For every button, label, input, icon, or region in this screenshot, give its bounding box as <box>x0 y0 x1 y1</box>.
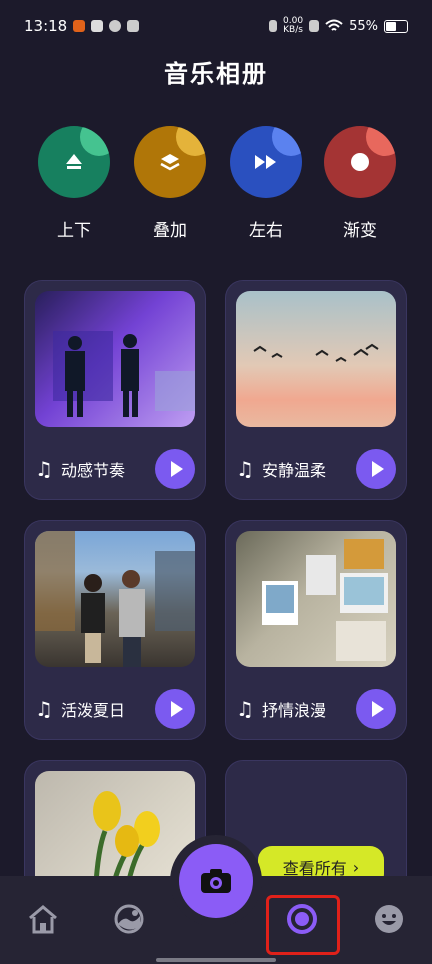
chevron-right-icon: › <box>352 857 360 877</box>
effect-gradient-badge <box>324 126 396 198</box>
card-footer: ♫ 动感节奏 <box>35 449 195 489</box>
card-title-row: ♫ 活泼夏日 <box>35 697 125 721</box>
camera-icon <box>201 869 231 893</box>
effect-overlay[interactable]: 叠加 <box>134 126 206 241</box>
record-dot-icon <box>324 126 396 198</box>
battery-percent: 55% <box>349 18 378 34</box>
music-note-icon: ♫ <box>35 457 53 481</box>
effects-row: 上下 叠加 左右 渐变 <box>0 126 432 246</box>
network-speed-unit: KB/s <box>283 25 303 35</box>
wifi-icon <box>325 19 343 31</box>
card-footer: ♫ 活泼夏日 <box>35 689 195 729</box>
street-illustration <box>35 531 195 667</box>
card-title: 安静温柔 <box>261 461 326 480</box>
status-left: 13:18 <box>24 17 140 35</box>
effect-up-down-label: 上下 <box>57 221 91 241</box>
app-notification-icon <box>73 20 86 32</box>
page-title: 音乐相册 <box>164 60 268 88</box>
effect-up-down[interactable]: 上下 <box>38 126 110 241</box>
effect-overlay-label: 叠加 <box>153 221 187 241</box>
highlight-box <box>266 895 340 955</box>
vibrate-icon <box>269 20 278 32</box>
sim-icon <box>309 20 320 32</box>
network-speed: 0.00 KB/s <box>283 17 303 35</box>
status-bar: 13:18 0.00 KB/s 55% <box>0 0 432 52</box>
effect-gradient-label: 渐变 <box>343 221 377 241</box>
card-title: 动感节奏 <box>60 461 125 480</box>
template-thumbnail <box>35 291 195 427</box>
home-indicator <box>156 958 276 962</box>
link-notification-icon <box>109 20 122 32</box>
template-thumbnail <box>236 291 396 427</box>
tiktok-notification-icon <box>127 20 140 32</box>
birds-illustration <box>253 343 379 362</box>
card-title: 活泼夏日 <box>60 701 125 720</box>
effect-gradient[interactable]: 渐变 <box>324 126 396 241</box>
effect-up-down-badge <box>38 126 110 198</box>
music-note-icon: ♫ <box>236 697 254 721</box>
play-icon <box>170 701 183 717</box>
template-thumbnail <box>236 531 396 667</box>
template-card-quiet[interactable]: ♫ 安静温柔 <box>225 280 407 500</box>
template-card-romantic[interactable]: ♫ 抒情浪漫 <box>225 520 407 740</box>
smiley-icon[interactable] <box>372 902 406 936</box>
gallery-icon[interactable] <box>112 902 146 936</box>
status-time: 13:18 <box>24 17 68 35</box>
up-arrow-icon <box>38 126 110 198</box>
play-button[interactable] <box>356 689 396 729</box>
template-card-summer[interactable]: ♫ 活泼夏日 <box>24 520 206 740</box>
card-title-row: ♫ 动感节奏 <box>35 457 125 481</box>
play-button[interactable] <box>155 689 195 729</box>
battery-icon <box>384 19 408 33</box>
status-right: 0.00 KB/s 55% <box>269 17 408 35</box>
effect-left-right[interactable]: 左右 <box>230 126 302 241</box>
card-title: 抒情浪漫 <box>261 701 326 720</box>
card-title-row: ♫ 抒情浪漫 <box>236 697 326 721</box>
template-thumbnail <box>35 531 195 667</box>
card-footer: ♫ 抒情浪漫 <box>236 689 396 729</box>
fast-forward-icon <box>230 126 302 198</box>
card-footer: ♫ 安静温柔 <box>236 449 396 489</box>
template-card-dynamic[interactable]: ♫ 动感节奏 <box>24 280 206 500</box>
effect-left-right-badge <box>230 126 302 198</box>
wall-photos-illustration <box>262 539 388 661</box>
mail-notification-icon <box>91 20 104 32</box>
music-note-icon: ♫ <box>35 697 53 721</box>
camera-button-wrap <box>170 835 262 927</box>
figures-illustration <box>35 291 195 427</box>
card-title-row: ♫ 安静温柔 <box>236 457 326 481</box>
play-button[interactable] <box>155 449 195 489</box>
play-button[interactable] <box>356 449 396 489</box>
effect-left-right-label: 左右 <box>249 221 283 241</box>
play-icon <box>371 701 384 717</box>
play-icon <box>371 461 384 477</box>
layers-icon <box>134 126 206 198</box>
effect-overlay-badge <box>134 126 206 198</box>
camera-button[interactable] <box>179 844 253 918</box>
music-note-icon: ♫ <box>236 457 254 481</box>
play-icon <box>170 461 183 477</box>
home-icon[interactable] <box>26 902 60 936</box>
